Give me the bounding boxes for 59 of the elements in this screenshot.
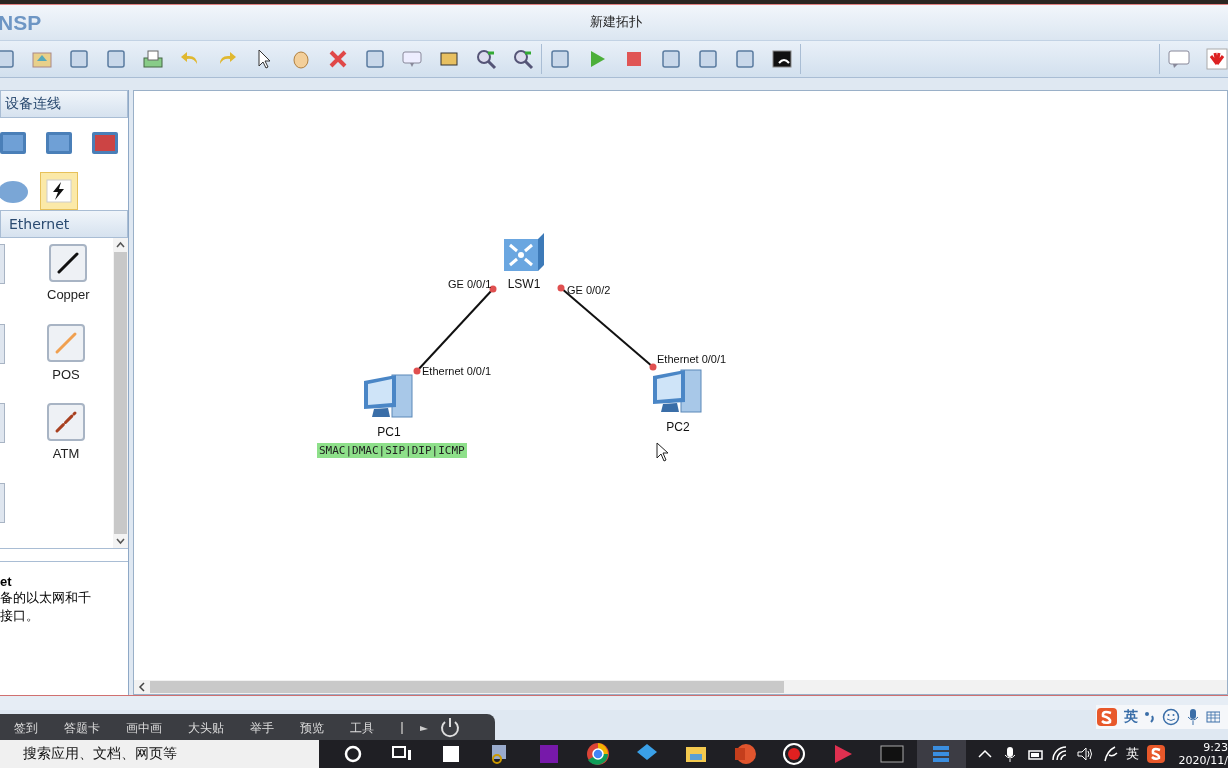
toolbar-button[interactable]: 答题卡 [64,719,100,737]
panel-header: Ethernet [0,210,128,238]
flag-icon[interactable] [400,720,430,736]
power-icon[interactable] [438,716,462,740]
computer-icon[interactable] [362,371,416,421]
packet-label: SMAC|DMAC|SIP|DIP|ICMP [317,443,467,458]
toolbar-button[interactable]: 大头贴 [188,719,224,737]
delete-icon[interactable] [327,48,349,70]
flower-logo-icon[interactable] [1206,48,1228,70]
description-text: 接口。 [0,607,40,625]
cable-option[interactable]: POS [47,323,85,382]
port-label: Ethernet 0/0/1 [657,353,727,365]
language-indicator[interactable]: 英 [1125,745,1139,763]
search-field[interactable]: 搜索应用、文档、网页等 [0,740,319,768]
port-dot [557,284,565,292]
print-icon[interactable] [142,48,164,70]
scrollbar[interactable] [134,680,1227,694]
toolbar-button[interactable]: 举手 [250,719,274,737]
panel-header: 设备连线 [0,90,128,118]
input-method-logo-icon[interactable] [1096,707,1118,727]
clock-time: 9:23 [1203,741,1228,754]
toolbar-button[interactable]: 预览 [300,719,324,737]
toolbar-button[interactable]: 工具 [350,719,374,737]
zoom-in-icon[interactable] [475,48,497,70]
console-icon[interactable] [771,48,793,70]
device-label: LSW1 [507,277,541,291]
description-title: et [0,574,13,589]
smiley-icon[interactable] [1162,708,1180,726]
input-method-logo-icon[interactable] [1145,744,1166,764]
lightning-icon[interactable] [40,172,78,210]
port-dot [649,363,657,371]
app-name: NSP [0,10,42,35]
chat-icon[interactable] [1167,48,1191,70]
clock-date: 2020/11/ [1178,754,1228,767]
cable-option[interactable]: Copper [47,244,90,302]
cable-option[interactable]: ATM [47,403,85,461]
mouse-cursor-icon [656,442,670,462]
window-title: 新建拓扑 [590,13,642,31]
search-placeholder: 搜索应用、文档、网页等 [23,745,177,763]
language-indicator[interactable]: 英 [1124,708,1138,726]
toolbar-button[interactable]: 签到 [14,719,38,737]
description-text: 备的以太网和千 [0,589,92,607]
port-dot [413,367,421,375]
device-label: PC1 [377,425,401,439]
port-label: Ethernet 0/0/1 [422,365,492,377]
network-app-icon[interactable] [916,740,966,768]
scrollbar[interactable] [113,238,128,548]
device-label: PC2 [666,420,690,434]
port-dot [489,285,497,293]
computer-icon[interactable] [651,366,705,416]
punctuation-icon[interactable] [1144,709,1156,725]
switch-icon[interactable] [502,231,546,273]
toolbar-button[interactable]: 画中画 [126,719,162,737]
zoom-out-icon[interactable] [512,48,534,70]
speaker-icon[interactable] [1075,745,1094,763]
port-label: GE 0/0/1 [448,278,492,290]
wifi-icon[interactable] [1050,745,1069,763]
keyboard-icon[interactable] [1206,710,1220,724]
port-label: GE 0/0/2 [567,284,611,296]
